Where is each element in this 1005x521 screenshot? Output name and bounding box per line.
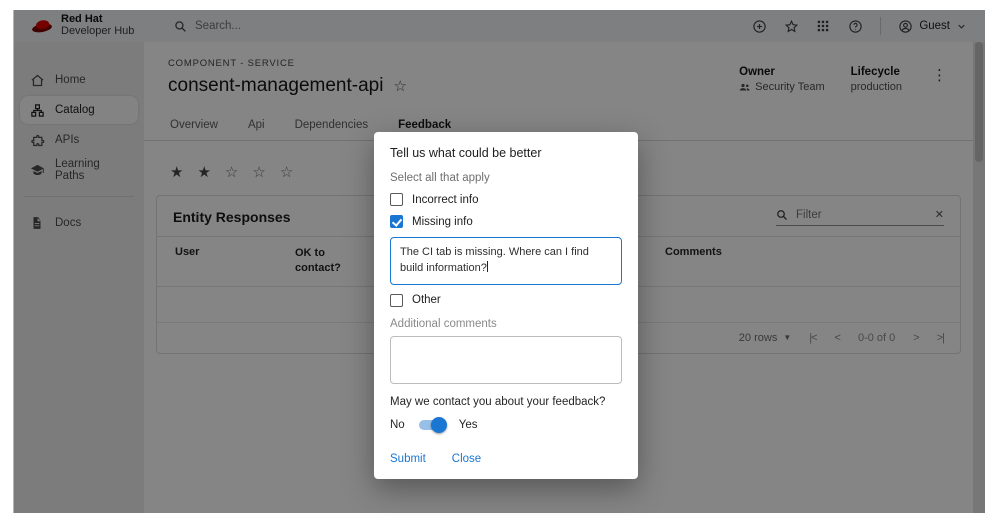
toggle-off-label: No [390,419,405,431]
checkbox-row-other[interactable]: Other [390,294,622,307]
additional-comments-textarea[interactable] [390,336,622,384]
toggle-on-label: Yes [459,419,478,431]
other-checkbox[interactable] [390,294,403,307]
checkbox-row-incorrect-info[interactable]: Incorrect info [390,193,622,206]
feedback-textarea[interactable]: The CI tab is missing. Where can I find … [390,237,622,285]
incorrect-info-checkbox[interactable] [390,193,403,206]
modal-title: Tell us what could be better [390,146,622,160]
feedback-modal: Tell us what could be better Select all … [374,132,638,479]
submit-button[interactable]: Submit [390,453,426,465]
missing-info-checkbox[interactable] [390,215,403,228]
close-button[interactable]: Close [452,453,481,465]
text-cursor [487,261,488,272]
additional-comments-label: Additional comments [390,318,622,330]
modal-subtitle: Select all that apply [390,172,622,184]
app-window: Red Hat Developer Hub Search... [13,10,985,513]
contact-toggle[interactable] [417,417,447,433]
checkbox-row-missing-info[interactable]: Missing info [390,215,622,228]
contact-question: May we contact you about your feedback? [390,396,622,408]
